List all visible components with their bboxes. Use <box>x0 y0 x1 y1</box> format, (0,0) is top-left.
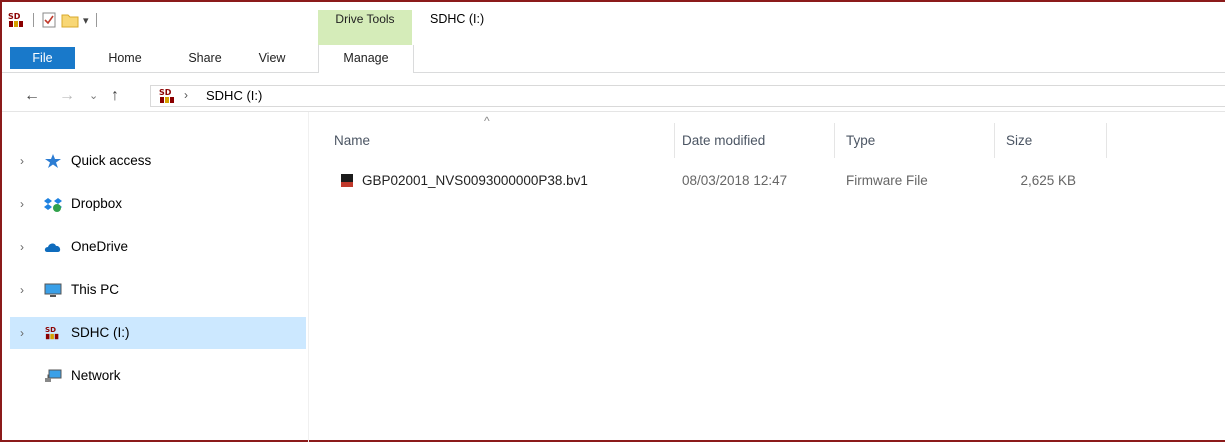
nav-item-label: SDHC (I:) <box>71 325 130 340</box>
column-header-name[interactable]: Name <box>328 124 674 158</box>
explorer-window: SD ▾ Drive Tools SDHC (I:) File Home Sha… <box>0 0 1225 442</box>
nav-item-dropbox[interactable]: › Dropbox <box>10 188 306 220</box>
title-bar: SD ▾ Drive Tools SDHC (I:) <box>2 2 1225 45</box>
expand-chevron-icon[interactable]: › <box>20 231 24 263</box>
nav-item-onedrive[interactable]: › OneDrive <box>10 231 306 263</box>
sd-card-icon: SD <box>45 325 59 340</box>
network-icon <box>45 369 62 382</box>
tab-manage[interactable]: Manage <box>318 45 414 73</box>
nav-item-label: Quick access <box>71 153 152 168</box>
up-icon[interactable]: ↑ <box>111 81 119 111</box>
column-divider[interactable] <box>1106 123 1107 158</box>
expand-chevron-icon[interactable]: › <box>20 274 24 306</box>
nav-item-quick-access[interactable]: › Quick access <box>10 145 306 177</box>
nav-item-label: Dropbox <box>71 196 123 211</box>
column-header-date-modified[interactable]: Date modified <box>676 124 834 158</box>
sd-card-app-icon[interactable]: SD <box>8 11 26 29</box>
tab-share[interactable]: Share <box>180 45 230 72</box>
onedrive-cloud-icon <box>44 243 61 252</box>
address-bar[interactable]: SD › SDHC (I:) <box>150 85 1225 107</box>
file-type: Firmware File <box>846 173 928 188</box>
back-icon[interactable]: ← <box>24 81 40 111</box>
expand-chevron-icon[interactable]: › <box>20 145 24 177</box>
tab-view[interactable]: View <box>252 45 292 72</box>
quick-access-toolbar: SD ▾ <box>8 8 100 32</box>
column-divider[interactable] <box>834 123 835 158</box>
ribbon-tabs: File Home Share View Manage <box>2 45 1225 73</box>
nav-item-label: OneDrive <box>71 239 129 254</box>
file-date-modified: 08/03/2018 12:47 <box>682 173 788 188</box>
recent-locations-icon[interactable]: ⌄ <box>89 81 98 111</box>
nav-item-label: Network <box>71 368 121 383</box>
address-row: ← → ⌄ ↑ SD › SDHC (I:) <box>2 81 1225 112</box>
breadcrumb-chevron-icon[interactable]: › <box>184 88 188 102</box>
navigation-pane: › Quick access › Dropbox › OneDrive › Th… <box>2 112 309 442</box>
qat-customize-icon[interactable]: ▾ <box>83 14 89 27</box>
sd-card-icon: SD <box>159 88 174 103</box>
column-divider[interactable] <box>674 123 675 158</box>
tab-file[interactable]: File <box>10 47 75 69</box>
monitor-icon <box>44 283 62 297</box>
svg-text:SD: SD <box>45 325 56 334</box>
column-header-size[interactable]: Size <box>1000 124 1104 158</box>
window-title: SDHC (I:) <box>430 12 485 26</box>
firmware-file-icon <box>341 174 353 187</box>
svg-text:SD: SD <box>159 88 172 97</box>
nav-item-network[interactable]: Network <box>10 360 306 392</box>
svg-text:SD: SD <box>8 12 21 21</box>
star-icon <box>45 154 61 168</box>
dropbox-icon <box>44 198 62 212</box>
tab-home[interactable]: Home <box>100 45 150 72</box>
new-folder-icon[interactable] <box>61 12 79 28</box>
file-row[interactable]: GBP02001_NVS0093000000P38.bv1 08/03/2018… <box>336 168 1096 194</box>
column-header-type[interactable]: Type <box>840 124 992 158</box>
qat-separator <box>95 13 97 27</box>
properties-icon[interactable] <box>41 12 57 28</box>
qat-separator <box>33 13 34 27</box>
expand-chevron-icon[interactable]: › <box>20 317 24 349</box>
file-name: GBP02001_NVS0093000000P38.bv1 <box>362 173 588 188</box>
nav-item-label: This PC <box>71 282 120 297</box>
file-size: 2,625 KB <box>1020 173 1076 188</box>
drive-tools-label: Drive Tools <box>335 12 395 26</box>
nav-item-sdhc[interactable]: › SD SDHC (I:) <box>10 317 306 349</box>
column-divider[interactable] <box>994 123 995 158</box>
nav-item-this-pc[interactable]: › This PC <box>10 274 306 306</box>
drive-tools-context: Drive Tools <box>318 10 412 45</box>
forward-icon[interactable]: → <box>59 81 75 111</box>
expand-chevron-icon[interactable]: › <box>20 188 24 220</box>
breadcrumb-sdhc[interactable]: SDHC (I:) <box>206 88 262 103</box>
